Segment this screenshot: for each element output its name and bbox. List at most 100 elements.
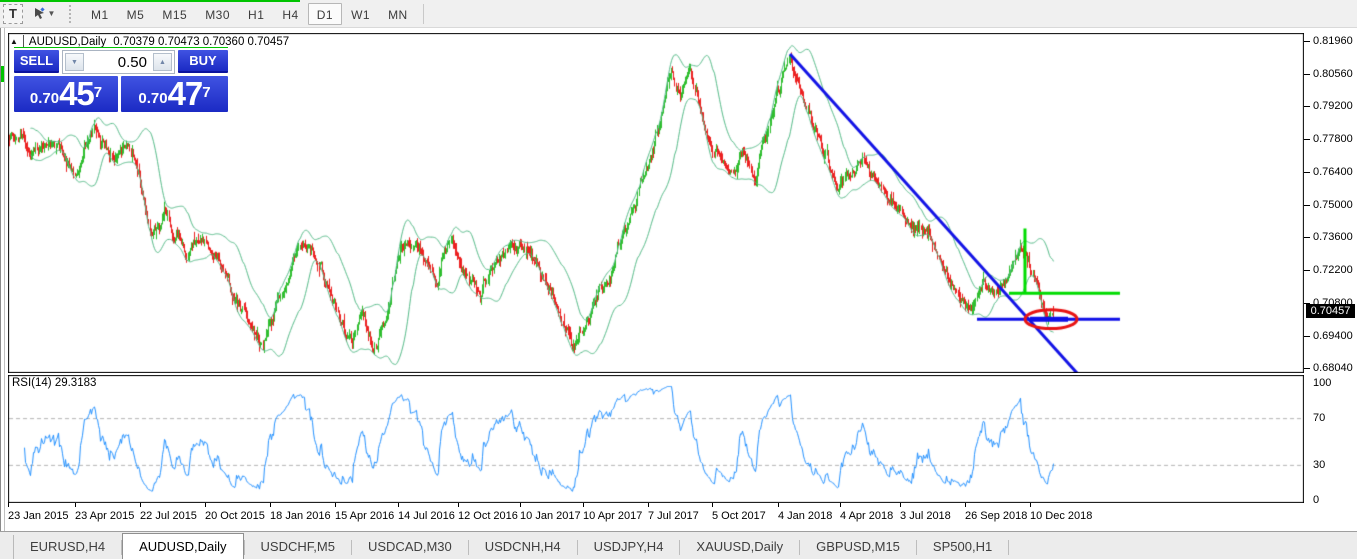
rsi-scale-label: 100	[1313, 377, 1331, 389]
timeframe-button-w1[interactable]: W1	[342, 3, 379, 25]
date-axis-label: 10 Dec 2018	[1030, 510, 1092, 522]
date-axis-tick	[398, 503, 399, 507]
volume-input[interactable]: 0.50	[86, 51, 151, 73]
date-axis-tick	[520, 503, 521, 507]
chart-tab-xauusd-daily[interactable]: XAUUSD,Daily	[680, 536, 799, 559]
volume-stepper: ▼ 0.50 ▲	[62, 50, 175, 74]
mt4-window: T ▼ M1M5M15M30H1H4D1W1MN ▲ AUDUSD,Daily …	[0, 0, 1357, 559]
buy-price-pips: 47	[168, 79, 203, 109]
date-axis-tick	[140, 503, 141, 507]
timeframe-button-m15[interactable]: M15	[153, 3, 196, 25]
chart-tab-bar: EURUSD,H4AUDUSD,DailyUSDCHF,M5USDCAD,M30…	[0, 531, 1357, 559]
chart-symbol-period: AUDUSD,Daily	[29, 36, 106, 48]
price-axis-label: 0.68040	[1313, 362, 1353, 374]
chart-tab-gbpusd-m15[interactable]: GBPUSD,M15	[800, 536, 916, 559]
buy-price-base: 0.70	[138, 89, 167, 109]
date-axis-label: 4 Apr 2018	[840, 510, 893, 522]
chart-tab-usdchf-m5[interactable]: USDCHF,M5	[245, 536, 351, 559]
price-axis-label: 0.72200	[1313, 264, 1353, 276]
sell-button[interactable]: SELL	[14, 50, 59, 73]
price-axis-tick	[1304, 237, 1310, 238]
date-axis-label: 5 Oct 2017	[712, 510, 766, 522]
price-axis-tick	[1304, 139, 1310, 140]
sell-price-display[interactable]: 0.70457	[14, 76, 118, 112]
active-chart-indicator	[0, 0, 300, 2]
price-axis-tick	[1304, 205, 1310, 206]
price-axis[interactable]: 0.819600.805600.792000.778000.764000.750…	[1304, 28, 1357, 503]
date-axis-tick	[965, 503, 966, 507]
chart-tab-usdcad-m30[interactable]: USDCAD,M30	[352, 536, 468, 559]
timeframe-button-m5[interactable]: M5	[118, 3, 154, 25]
date-axis-tick	[1030, 503, 1031, 507]
chart-tab-usdjpy-h4[interactable]: USDJPY,H4	[578, 536, 680, 559]
price-axis-tick	[1304, 41, 1310, 42]
rsi-scale-label: 30	[1313, 459, 1325, 471]
timeframe-buttons: M1M5M15M30H1H4D1W1MN	[82, 3, 417, 25]
chart-tab-eurusd-h4[interactable]: EURUSD,H4	[14, 536, 121, 559]
timeframe-button-mn[interactable]: MN	[379, 3, 417, 25]
rsi-scale-label: 70	[1313, 412, 1325, 424]
collapse-panel-icon[interactable]: ▲	[10, 37, 18, 46]
timeframe-button-m30[interactable]: M30	[196, 3, 239, 25]
one-click-trading-panel: SELL ▼ 0.50 ▲ BUY 0.70457 0.70477	[14, 50, 228, 112]
volume-increase-button[interactable]: ▲	[153, 53, 172, 71]
date-axis-label: 26 Sep 2018	[965, 510, 1027, 522]
date-axis-tick	[900, 503, 901, 507]
date-axis-label: 18 Jan 2016	[270, 510, 331, 522]
rsi-indicator-canvas[interactable]	[8, 375, 1304, 503]
chart-ohlc-values: 0.70379 0.70473 0.70360 0.70457	[113, 36, 289, 48]
text-tool-button[interactable]: T	[3, 4, 23, 24]
price-axis-label: 0.79200	[1313, 100, 1353, 112]
timeframe-button-d1[interactable]: D1	[308, 3, 342, 25]
chart-tab-sp500-h1[interactable]: SP500,H1	[917, 536, 1008, 559]
sell-price-base: 0.70	[30, 89, 59, 109]
date-axis-tick	[648, 503, 649, 507]
buy-button[interactable]: BUY	[178, 50, 228, 73]
window-left-border-inner	[4, 28, 5, 531]
buy-price-display[interactable]: 0.70477	[121, 76, 228, 112]
date-axis-tick	[75, 503, 76, 507]
date-axis-tick	[778, 503, 779, 507]
date-axis-tick	[458, 503, 459, 507]
tab-separator	[1008, 540, 1009, 555]
date-axis-tick	[270, 503, 271, 507]
date-axis-tick	[840, 503, 841, 507]
chart-window: ▲ AUDUSD,Daily 0.70379 0.70473 0.70360 0…	[0, 28, 1357, 531]
price-axis-label: 0.75000	[1313, 199, 1353, 211]
date-axis-label: 23 Apr 2015	[75, 510, 134, 522]
date-axis-label: 10 Jan 2017	[520, 510, 581, 522]
chevron-down-icon: ▼	[48, 9, 56, 18]
date-axis-label: 22 Jul 2015	[140, 510, 197, 522]
price-axis-tick	[1304, 106, 1310, 107]
window-left-border	[0, 28, 1, 531]
timeframe-button-h1[interactable]: H1	[239, 3, 273, 25]
timeframe-toolbar: T ▼ M1M5M15M30H1H4D1W1MN	[0, 0, 1357, 28]
date-axis-label: 14 Jul 2016	[398, 510, 455, 522]
date-axis-tick	[583, 503, 584, 507]
objects-tool-button[interactable]: ▼	[29, 4, 59, 24]
chart-tab-audusd-daily[interactable]: AUDUSD,Daily	[122, 533, 243, 559]
date-axis[interactable]: 23 Jan 201523 Apr 201522 Jul 201520 Oct …	[8, 503, 1304, 531]
chart-tab-usdcnh-h4[interactable]: USDCNH,H4	[469, 536, 577, 559]
volume-decrease-button[interactable]: ▼	[65, 53, 84, 71]
date-axis-label: 12 Oct 2016	[458, 510, 518, 522]
rsi-indicator-label: RSI(14) 29.3183	[12, 377, 96, 389]
sell-price-pips: 45	[59, 79, 94, 109]
price-axis-label: 0.77800	[1313, 133, 1353, 145]
cursor-arrow-icon	[33, 7, 46, 20]
tab-bar-lead	[0, 535, 14, 559]
rsi-scale-label: 0	[1313, 494, 1319, 506]
price-axis-label: 0.76400	[1313, 166, 1353, 178]
toolbar-separator	[423, 4, 424, 24]
date-axis-tick	[335, 503, 336, 507]
date-axis-label: 3 Jul 2018	[900, 510, 951, 522]
timeframe-button-m1[interactable]: M1	[82, 3, 118, 25]
date-axis-label: 15 Apr 2016	[335, 510, 394, 522]
date-axis-tick	[205, 503, 206, 507]
date-axis-tick	[712, 503, 713, 507]
price-axis-label: 0.69400	[1313, 330, 1353, 342]
price-axis-tick	[1304, 270, 1310, 271]
timeframe-button-h4[interactable]: H4	[273, 3, 307, 25]
buy-price-point: 7	[202, 76, 210, 110]
date-axis-label: 23 Jan 2015	[8, 510, 69, 522]
